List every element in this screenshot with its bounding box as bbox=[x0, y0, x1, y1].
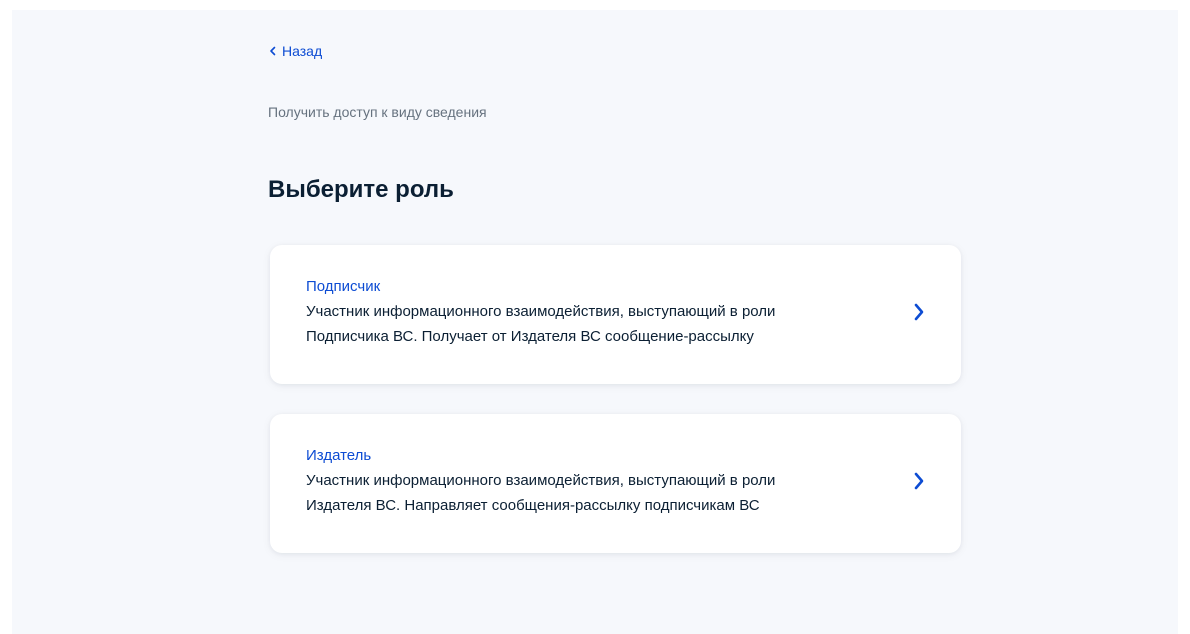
role-card-publisher[interactable]: Издатель Участник информационного взаимо… bbox=[270, 414, 961, 553]
page-subtitle: Получить доступ к виду сведения bbox=[268, 104, 487, 120]
role-card-description-line: Участник информационного взаимодействия,… bbox=[306, 303, 776, 320]
role-card-title: Подписчик bbox=[306, 278, 381, 295]
role-card-description-line: Издателя ВС. Направляет сообщения-рассыл… bbox=[306, 497, 760, 514]
page-container: Назад Получить доступ к виду сведения Вы… bbox=[12, 10, 1178, 634]
back-link-label: Назад bbox=[282, 43, 323, 59]
back-link[interactable]: Назад bbox=[268, 43, 322, 59]
role-card-subscriber[interactable]: Подписчик Участник информационного взаим… bbox=[270, 245, 961, 384]
chevron-left-icon bbox=[270, 46, 276, 56]
role-card-description-line: Подписчика ВС. Получает от Издателя ВС с… bbox=[306, 328, 754, 345]
role-card-description: Участник информационного взаимодействия,… bbox=[306, 468, 906, 518]
role-card-description-line: Участник информационного взаимодействия,… bbox=[306, 472, 776, 489]
chevron-right-icon bbox=[914, 472, 924, 490]
role-card-title: Издатель bbox=[306, 447, 372, 464]
chevron-right-icon bbox=[914, 303, 924, 321]
role-card-description: Участник информационного взаимодействия,… bbox=[306, 299, 906, 349]
page-title: Выберите роль bbox=[268, 176, 454, 203]
